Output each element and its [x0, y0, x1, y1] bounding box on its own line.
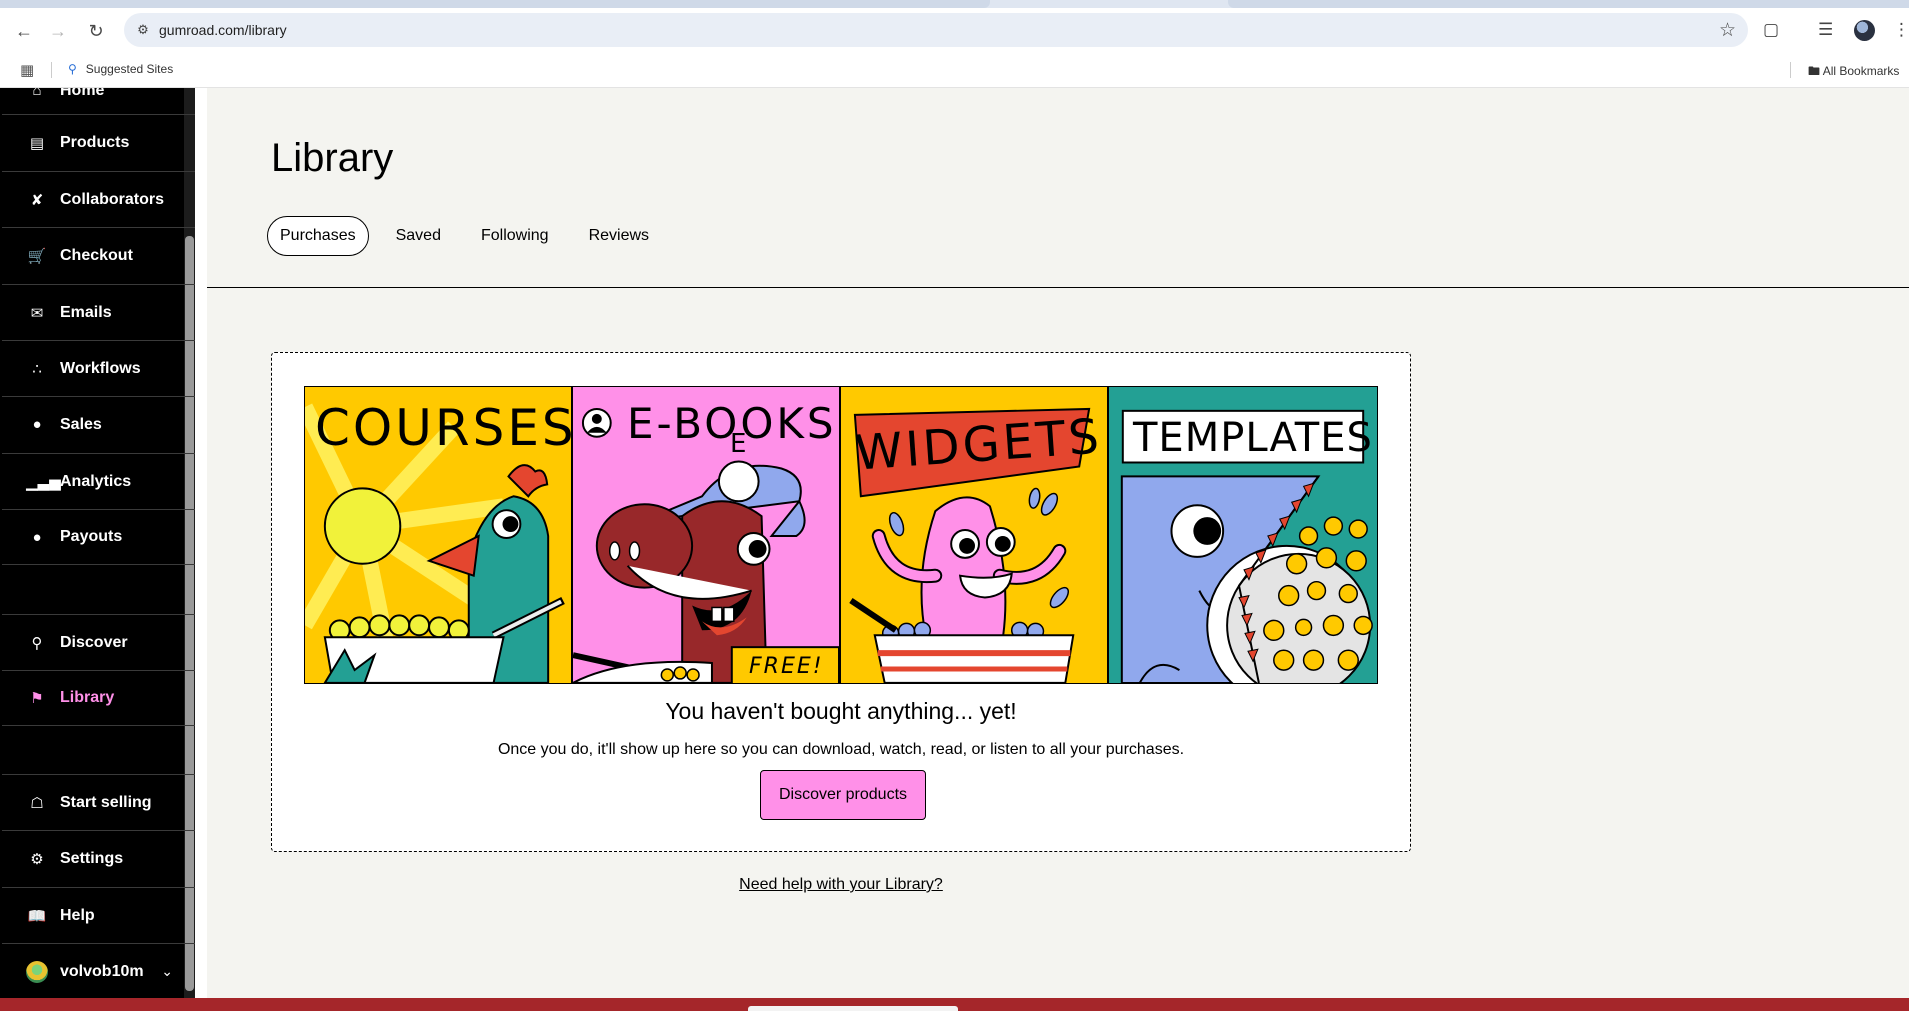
url-text[interactable]: gumroad.com/library	[159, 22, 287, 38]
workflow-icon: ∴	[32, 360, 42, 378]
chevron-down-icon: ⌄	[161, 963, 173, 979]
tab-following[interactable]: Following	[468, 216, 562, 256]
sidebar-item-payouts[interactable]: ● Payouts	[2, 509, 195, 565]
sidebar-item-sales[interactable]: ● Sales	[2, 396, 195, 452]
library-help-link[interactable]: Need help with your Library?	[271, 876, 1411, 894]
page-title: Library	[271, 136, 394, 180]
free-badge: FREE!	[749, 654, 824, 679]
tab-purchases[interactable]: Purchases	[267, 216, 369, 256]
search-icon: ⚲	[31, 634, 43, 652]
empty-state-description: Once you do, it'll show up here so you c…	[497, 741, 1185, 758]
back-icon[interactable]: ←	[11, 18, 37, 44]
illustration-panel-widgets: WIDGETS	[841, 387, 1109, 683]
bookmark-star-icon[interactable]: ☆	[1719, 19, 1736, 42]
discover-products-button[interactable]: Discover products	[760, 770, 926, 820]
bookmarks-separator	[51, 62, 52, 78]
product-categories-illustration: COURSES E-BOOKS E FREE! WIDGETS TEMPLATE…	[304, 386, 1378, 684]
home-icon: ⌂	[32, 88, 42, 99]
empty-state-title: You haven't bought anything... yet!	[665, 698, 1017, 724]
bookmark-icon: ⚑	[30, 690, 44, 707]
extensions-icon[interactable]: ▢	[1763, 20, 1779, 40]
dollar-circle-icon: ●	[32, 528, 42, 546]
gear-icon: ⚙	[30, 850, 44, 868]
cart-icon: 🛒	[27, 247, 47, 265]
bookmarks-separator	[1790, 62, 1791, 78]
browser-tab[interactable]	[1228, 0, 1909, 8]
panel-title-courses: COURSES	[315, 399, 573, 457]
taskbar-window-pill[interactable]	[748, 1006, 958, 1011]
panel-title-templates: TEMPLATES	[1133, 415, 1373, 461]
tab-saved[interactable]: Saved	[383, 216, 454, 256]
folder-icon: 🖿	[1808, 64, 1821, 78]
sidebar-item-products[interactable]: ▤ Products	[2, 114, 195, 170]
media-icon[interactable]: ☰	[1818, 20, 1833, 40]
book-icon: 📖	[27, 907, 47, 925]
illustration-panel-templates: TEMPLATES	[1109, 387, 1377, 683]
site-settings-icon[interactable]: ⚙	[134, 21, 152, 39]
bar-chart-icon: ▁▃▅	[26, 473, 61, 491]
browser-tabstrip	[0, 0, 1909, 8]
search-icon: ⚲	[68, 62, 77, 76]
illustration-panel-ebooks: E-BOOKS E FREE!	[573, 387, 841, 683]
all-bookmarks[interactable]: 🖿 All Bookmarks	[1808, 62, 1899, 83]
library-tabs: Purchases Saved Following Reviews	[267, 216, 676, 256]
bookmarks-bar: ▦ ⚲ Suggested Sites 🖿 All Bookmarks	[0, 52, 1909, 88]
sidebar-item-discover[interactable]: ⚲ Discover	[2, 614, 195, 670]
sidebar-item-help[interactable]: 📖 Help	[2, 887, 195, 943]
bookmark-suggested-sites[interactable]: ⚲ Suggested Sites	[68, 62, 173, 76]
sidebar-item-library[interactable]: ⚑ Library	[2, 670, 195, 726]
reload-icon[interactable]: ↻	[83, 18, 109, 44]
sidebar-item-workflows[interactable]: ∴ Workflows	[2, 340, 195, 396]
address-bar[interactable]: ⚙ gumroad.com/library ☆	[124, 13, 1748, 47]
tabs-divider	[207, 287, 1909, 288]
apps-grid-icon[interactable]: ▦	[20, 61, 34, 79]
main-content: Library Purchases Saved Following Review…	[207, 88, 1909, 998]
sidebar-item-start-selling[interactable]: ☖ Start selling	[2, 774, 195, 830]
tab-reviews[interactable]: Reviews	[576, 216, 662, 256]
os-taskbar	[0, 998, 1909, 1011]
empty-state-card: COURSES E-BOOKS E FREE! WIDGETS TEMPLATE…	[271, 352, 1411, 852]
sidebar-item-checkout[interactable]: 🛒 Checkout	[2, 227, 195, 283]
sidebar-nav: ⌂ Home ▤ Products ✘ Collaborators 🛒 Checkout…	[0, 88, 195, 998]
sidebar-user-menu[interactable]: volvob10m ⌄	[2, 943, 195, 998]
ebook-cap-letter: E	[730, 429, 747, 459]
archive-icon: ▤	[29, 134, 45, 152]
handshake-icon: ✘	[30, 191, 44, 209]
sidebar-item-analytics[interactable]: ▁▃▅ Analytics	[2, 453, 195, 509]
forward-icon[interactable]: →	[45, 18, 71, 44]
browser-toolbar: ← → ↻ ⚙ gumroad.com/library ☆ ▢ ☰ ⋮	[0, 8, 1909, 52]
dollar-circle-icon: ●	[32, 416, 42, 433]
sidebar-item-collaborators[interactable]: ✘ Collaborators	[2, 171, 195, 227]
illustration-panel-courses: COURSES	[305, 387, 573, 683]
envelope-icon: ✉	[30, 304, 44, 322]
menu-icon[interactable]: ⋮	[1893, 20, 1909, 40]
profile-avatar[interactable]	[1854, 20, 1875, 41]
sidebar-item-emails[interactable]: ✉ Emails	[2, 284, 195, 340]
browser-tab[interactable]	[0, 0, 990, 8]
avatar	[26, 960, 48, 983]
sidebar-item-settings[interactable]: ⚙ Settings	[2, 830, 195, 886]
shop-icon: ☖	[30, 794, 44, 812]
